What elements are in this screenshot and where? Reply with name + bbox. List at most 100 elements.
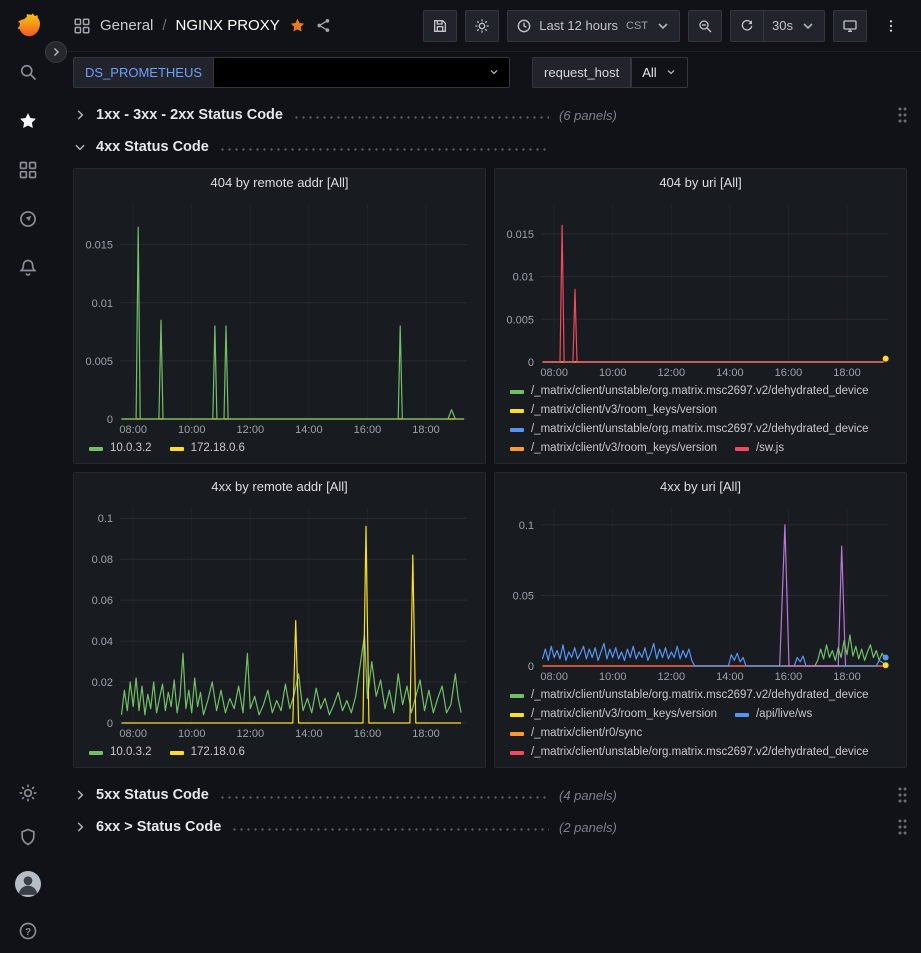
breadcrumb-separator: / [162, 17, 166, 34]
chevron-down-icon [73, 140, 87, 154]
series-color-swatch [510, 713, 524, 717]
svg-text:10:00: 10:00 [178, 424, 206, 436]
svg-text:0.1: 0.1 [98, 513, 113, 525]
timeseries-chart-404-by-remote-addr[interactable]: 00.0050.010.01508:0010:0012:0014:0016:00… [80, 196, 479, 437]
row-header-5xx[interactable]: 5xx Status Code (4 panels) [73, 780, 907, 810]
legend-item[interactable]: /_matrix/client/unstable/org.matrix.msc2… [510, 420, 869, 439]
legend-item[interactable]: /_matrix/client/v3/room_keys/version [510, 401, 717, 420]
refresh-interval-dropdown[interactable]: 30s [763, 10, 825, 42]
row-header-1xx-3xx-2xx[interactable]: 1xx - 3xx - 2xx Status Code (6 panels) [73, 100, 907, 130]
row-dots-leader [231, 828, 549, 831]
request-host-variable-dropdown[interactable]: All [631, 57, 687, 88]
svg-text:0.015: 0.015 [506, 229, 534, 241]
svg-text:0.06: 0.06 [92, 595, 113, 607]
row-drag-handle-icon[interactable] [897, 818, 907, 836]
help-icon[interactable]: ? [18, 921, 38, 941]
row-panel-count: (4 panels) [559, 788, 617, 803]
dashboard-toolbar: General / NGINX PROXY Last 12 hours CST [55, 0, 921, 52]
panel-title[interactable]: 4xx by remote addr [All] [74, 473, 485, 500]
kebab-menu-button[interactable] [875, 10, 907, 42]
refresh-button[interactable] [730, 10, 763, 42]
series-label: 172.18.0.6 [191, 439, 245, 458]
legend-item[interactable]: /_matrix/client/v3/room_keys/version [510, 439, 717, 458]
series-color-swatch [735, 447, 749, 451]
legend-item[interactable]: /sw.js [735, 439, 784, 458]
series-label: 10.0.3.2 [110, 439, 152, 458]
dashboard-content: 1xx - 3xx - 2xx Status Code (6 panels) 4… [55, 92, 921, 953]
row-panel-count: (2 panels) [559, 820, 617, 835]
save-dashboard-button[interactable] [423, 10, 457, 42]
alerting-bell-icon[interactable] [18, 258, 38, 278]
chevron-right-icon [73, 108, 87, 122]
series-color-swatch [510, 694, 524, 698]
favorite-star-icon[interactable] [289, 17, 306, 34]
request-host-variable-label[interactable]: request_host [532, 57, 631, 88]
timeseries-chart-4xx-by-uri[interactable]: 00.050.108:0010:0012:0014:0016:0018:00 [501, 500, 900, 684]
svg-text:10:00: 10:00 [178, 728, 206, 740]
legend-item[interactable]: 172.18.0.6 [170, 439, 245, 458]
explore-compass-icon[interactable] [18, 209, 38, 229]
chevron-right-icon [73, 788, 87, 802]
legend-item[interactable]: /_matrix/client/v3/room_keys/version [510, 705, 717, 724]
panel-4xx-by-uri: 4xx by uri [All] 00.050.108:0010:0012:00… [494, 472, 907, 768]
legend-item[interactable]: 172.18.0.6 [170, 743, 245, 762]
legend-item[interactable]: /api/live/ws [735, 705, 812, 724]
tv-mode-button[interactable] [833, 10, 867, 42]
time-range-picker[interactable]: Last 12 hours CST [507, 10, 680, 42]
svg-text:18:00: 18:00 [833, 367, 861, 379]
timeseries-chart-404-by-uri[interactable]: 00.0050.010.01508:0010:0012:0014:0016:00… [501, 196, 900, 380]
legend-item[interactable]: /_matrix/client/unstable/org.matrix.msc2… [510, 382, 869, 401]
svg-text:08:00: 08:00 [119, 424, 147, 436]
series-color-swatch [510, 428, 524, 432]
chevron-down-icon [665, 66, 677, 78]
series-label: /sw.js [756, 439, 784, 458]
svg-text:0.05: 0.05 [513, 590, 534, 602]
row-drag-handle-icon[interactable] [897, 106, 907, 124]
server-admin-shield-icon[interactable] [18, 827, 38, 847]
legend-item[interactable]: /_matrix/client/r0/sync [510, 724, 642, 743]
datasource-variable-label[interactable]: DS_PROMETHEUS [73, 57, 214, 88]
svg-text:0.01: 0.01 [92, 298, 113, 310]
panel-title[interactable]: 404 by remote addr [All] [74, 169, 485, 196]
settings-gear-icon[interactable] [18, 783, 38, 803]
legend-item[interactable]: /_matrix/client/unstable/org.matrix.msc2… [510, 743, 869, 762]
chart-legend: 10.0.3.2 172.18.0.6 [74, 437, 485, 463]
datasource-variable-dropdown[interactable] [214, 57, 510, 88]
svg-text:0.015: 0.015 [85, 240, 113, 252]
series-color-swatch [89, 447, 103, 451]
row-header-4xx[interactable]: 4xx Status Code [73, 132, 907, 162]
series-label: /_matrix/client/unstable/org.matrix.msc2… [531, 382, 869, 401]
legend-item[interactable]: /_matrix/client/unstable/org.matrix.msc2… [510, 686, 869, 705]
series-label: /_matrix/client/v3/room_keys/version [531, 439, 717, 458]
timeseries-chart-4xx-by-remote-addr[interactable]: 00.020.040.060.080.108:0010:0012:0014:00… [80, 500, 479, 741]
user-avatar[interactable] [15, 871, 41, 897]
svg-text:0.08: 0.08 [92, 554, 113, 566]
share-icon[interactable] [315, 17, 332, 34]
panel-404-by-uri: 404 by uri [All] 00.0050.010.01508:0010:… [494, 168, 907, 464]
legend-item[interactable]: 10.0.3.2 [89, 743, 152, 762]
dashboard-settings-button[interactable] [465, 10, 499, 42]
breadcrumb-section[interactable]: General [100, 17, 153, 34]
svg-text:08:00: 08:00 [119, 728, 147, 740]
svg-text:0.1: 0.1 [519, 520, 534, 532]
zoom-out-button[interactable] [688, 10, 722, 42]
panel-title[interactable]: 404 by uri [All] [495, 169, 906, 196]
svg-text:18:00: 18:00 [833, 671, 861, 683]
dashboards-icon[interactable] [18, 160, 38, 180]
row-header-6xx[interactable]: 6xx > Status Code (2 panels) [73, 812, 907, 842]
svg-text:16:00: 16:00 [775, 671, 803, 683]
svg-text:0.01: 0.01 [513, 272, 534, 284]
sidebar-expand-button[interactable] [45, 41, 67, 63]
svg-text:0: 0 [107, 718, 113, 730]
dashboard-title[interactable]: NGINX PROXY [176, 17, 280, 34]
clock-icon [516, 18, 532, 34]
svg-text:14:00: 14:00 [716, 367, 744, 379]
star-icon[interactable] [18, 111, 38, 131]
svg-text:12:00: 12:00 [658, 671, 686, 683]
search-icon[interactable] [18, 62, 38, 82]
series-label: /_matrix/client/v3/room_keys/version [531, 705, 717, 724]
row-drag-handle-icon[interactable] [897, 786, 907, 804]
panel-title[interactable]: 4xx by uri [All] [495, 473, 906, 500]
legend-item[interactable]: 10.0.3.2 [89, 439, 152, 458]
grafana-logo-icon[interactable] [13, 10, 43, 40]
